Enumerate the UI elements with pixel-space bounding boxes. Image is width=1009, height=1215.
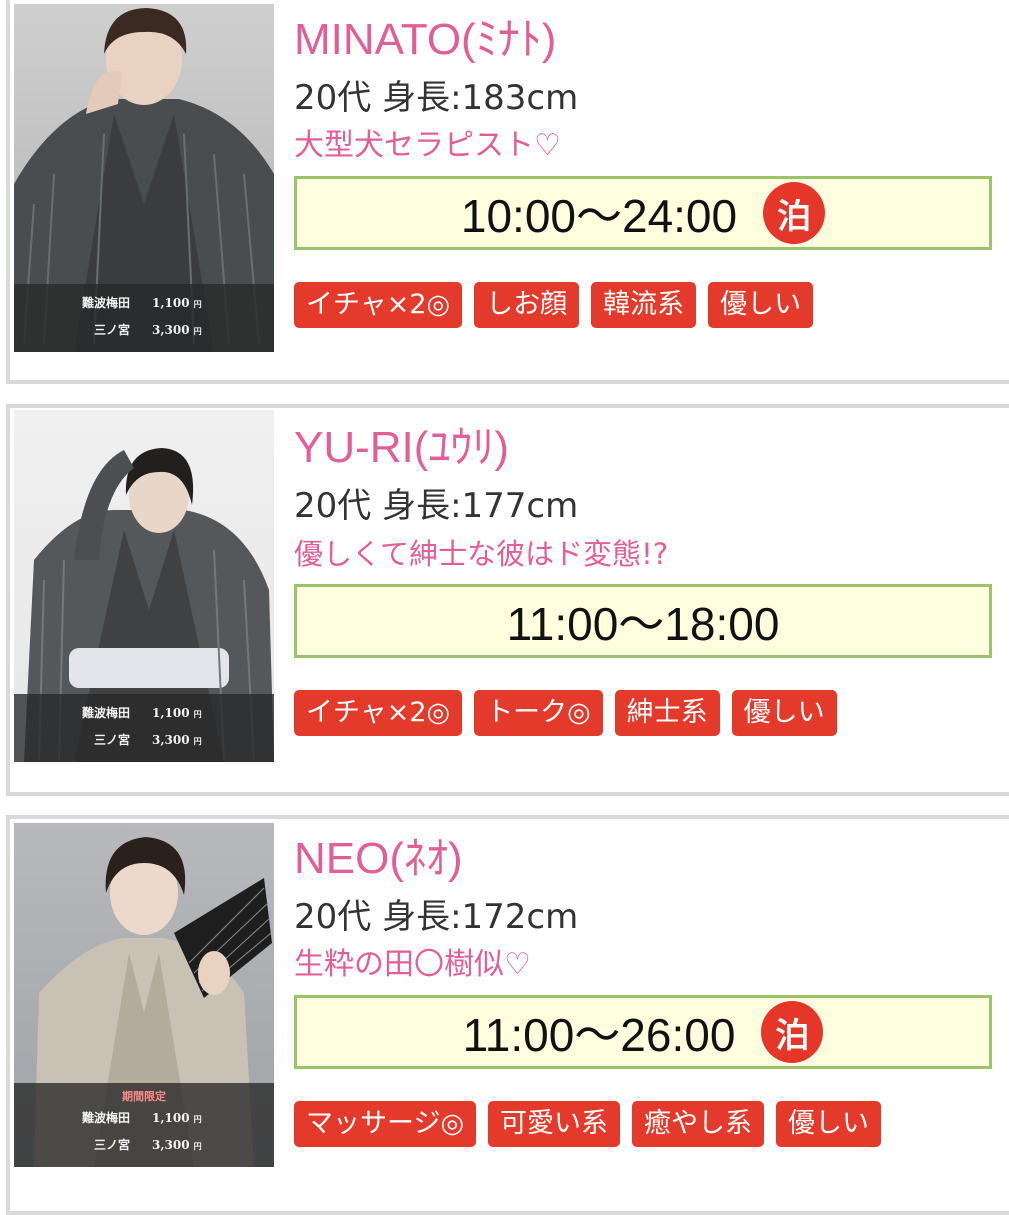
therapist-info: NEO(ﾈｵ) 20代 身長:172cm 生粋の田〇樹似♡ 11:00〜26:0…	[294, 819, 1009, 1147]
price-panel: 難波梅田 1,100 円 三ノ宮 3,300 円	[14, 694, 274, 762]
therapist-name[interactable]: NEO(ﾈｵ)	[294, 833, 1009, 885]
overnight-badge: 泊	[763, 182, 826, 244]
hours-text: 11:00〜18:00	[506, 598, 780, 650]
therapist-catchphrase: 大型犬セラピスト♡	[294, 128, 561, 163]
price-row: 三ノ宮 3,300 円	[93, 323, 202, 337]
tag: イチャ×2◎	[294, 282, 463, 328]
therapist-photo[interactable]: 難波梅田 1,100 円 三ノ宮 3,300 円	[14, 4, 274, 352]
therapist-specs: 20代 身長:172cm	[294, 897, 579, 937]
therapist-card[interactable]: 期間限定 難波梅田 1,100 円 三ノ宮 3,300 円 NEO(ﾈｵ) 20代 …	[6, 815, 1009, 1215]
price-panel: 難波梅田 1,100 円 三ノ宮 3,300 円	[14, 284, 274, 352]
tag-list: イチャ×2◎ トーク◎ 紳士系 優しい	[294, 690, 1009, 736]
price-row: 難波梅田 1,100 円	[81, 296, 202, 310]
therapist-catchphrase: 優しくて紳士な彼はド変態!?	[294, 537, 669, 571]
therapist-info: MINATO(ﾐﾅﾄ) 20代 身長:183cm 大型犬セラピスト♡ 10:00…	[294, 0, 1009, 328]
tag: 優しい	[776, 1101, 882, 1147]
tag-list: イチャ×2◎ しお顔 韓流系 優しい	[294, 282, 1009, 328]
therapist-specs: 20代 身長:177cm	[294, 486, 579, 526]
tag: 紳士系	[614, 690, 720, 736]
price-panel: 期間限定 難波梅田 1,100 円 三ノ宮 3,300 円	[14, 1083, 274, 1167]
tag: 可愛い系	[488, 1101, 621, 1147]
tag: トーク◎	[474, 690, 603, 736]
price-row: 三ノ宮 3,300 円	[93, 1138, 202, 1152]
tag-list: マッサージ◎ 可愛い系 癒やし系 優しい	[294, 1101, 1009, 1147]
hours-text: 10:00〜24:00	[460, 190, 738, 242]
schedule-hours: 11:00〜18:00	[294, 584, 992, 658]
price-row: 難波梅田 1,100 円	[81, 1111, 202, 1125]
schedule-hours: 10:00〜24:00 泊	[294, 176, 992, 250]
therapist-card[interactable]: 難波梅田 1,100 円 三ノ宮 3,300 円 YU-RI(ﾕｳﾘ) 20代 身長…	[6, 404, 1009, 796]
therapist-card[interactable]: 難波梅田 1,100 円 三ノ宮 3,300 円 MINATO(ﾐﾅﾄ) 20代 身…	[6, 0, 1009, 384]
tag: 癒やし系	[632, 1101, 765, 1147]
tag: イチャ×2◎	[294, 690, 463, 736]
schedule-hours: 11:00〜26:00 泊	[294, 995, 992, 1069]
tag: 優しい	[731, 690, 837, 736]
price-row: 三ノ宮 3,300 円	[93, 733, 202, 747]
limited-label: 期間限定	[122, 1090, 166, 1103]
hours-text: 11:00〜26:00	[462, 1009, 736, 1061]
tag: しお顔	[474, 282, 580, 328]
therapist-specs: 20代 身長:183cm	[294, 78, 579, 118]
therapist-photo[interactable]: 期間限定 難波梅田 1,100 円 三ノ宮 3,300 円	[14, 823, 274, 1167]
therapist-catchphrase: 生粋の田〇樹似♡	[294, 947, 531, 982]
tag: マッサージ◎	[294, 1101, 477, 1147]
therapist-info: YU-RI(ﾕｳﾘ) 20代 身長:177cm 優しくて紳士な彼はド変態!? 1…	[294, 408, 1009, 736]
therapist-name[interactable]: YU-RI(ﾕｳﾘ)	[294, 422, 1009, 474]
tag: 韓流系	[591, 282, 697, 328]
price-row: 難波梅田 1,100 円	[81, 706, 202, 720]
tag: 優しい	[708, 282, 814, 328]
therapist-photo[interactable]: 難波梅田 1,100 円 三ノ宮 3,300 円	[14, 410, 274, 762]
overnight-badge: 泊	[761, 1001, 824, 1063]
therapist-name[interactable]: MINATO(ﾐﾅﾄ)	[294, 14, 1009, 66]
